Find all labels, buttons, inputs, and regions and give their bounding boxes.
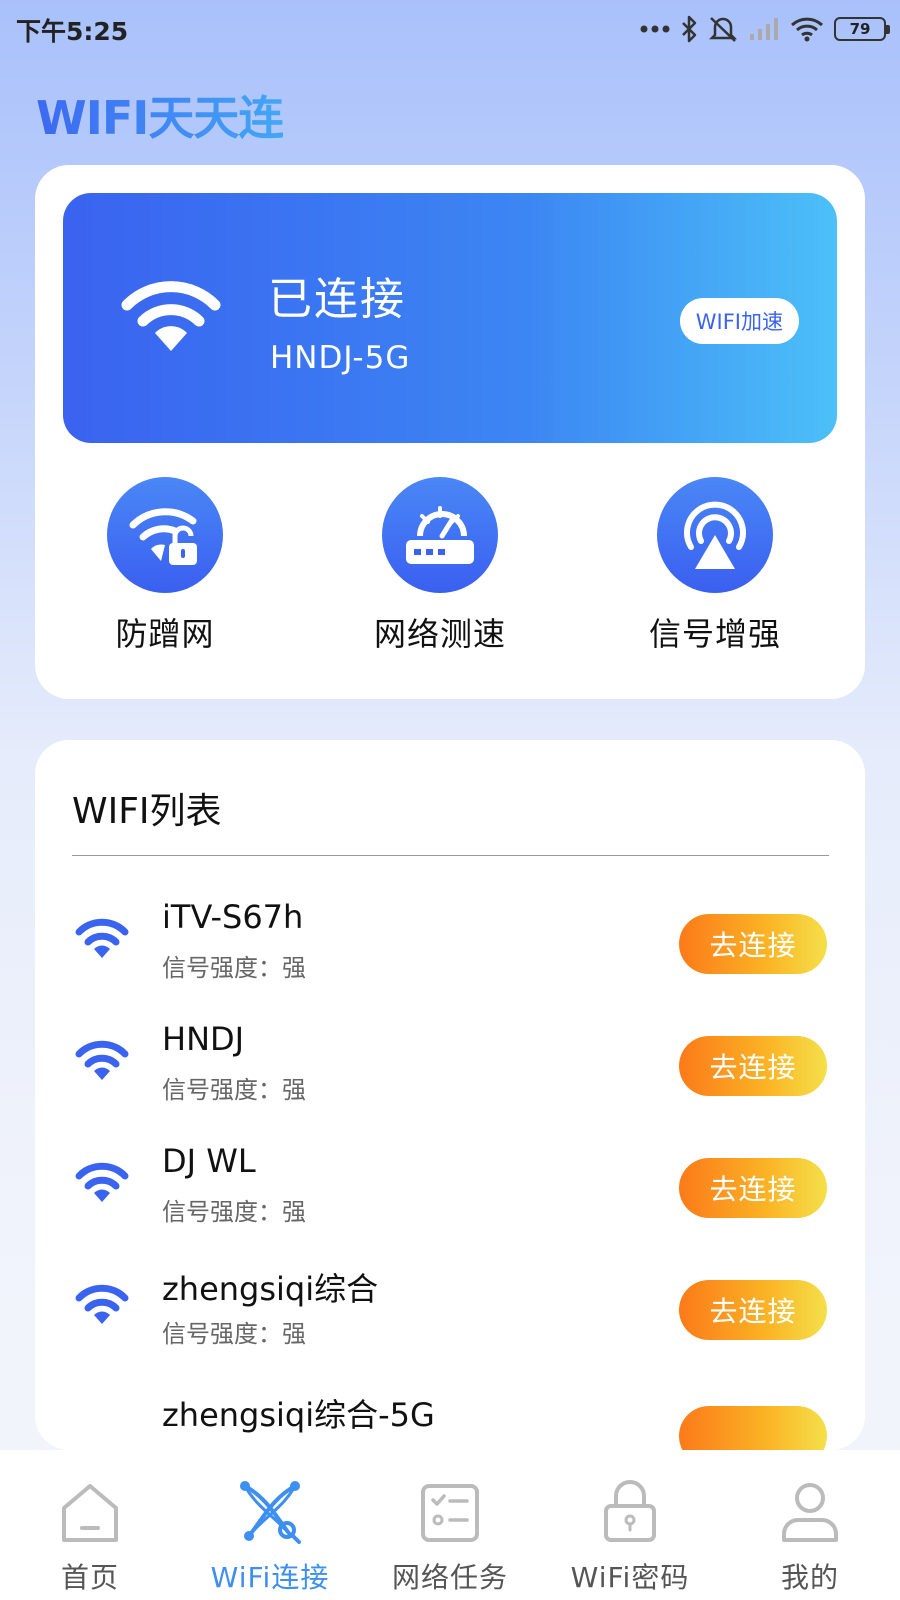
app-title: WIFI天天连 [36, 82, 284, 148]
battery-level: 79 [849, 20, 871, 38]
router-speed-icon [406, 506, 474, 564]
connect-button[interactable]: 去连接 [679, 1280, 827, 1340]
connect-button-partial[interactable] [679, 1406, 827, 1450]
wifi-boost-button[interactable]: WIFI加速 [679, 298, 799, 344]
wifi-signal-strength: 信号强度：强 [162, 1320, 306, 1348]
wifi-list-card: WIFI列表 iTV-S67h 信号强度：强 去连接 HNDJ 信号强度：强 去… [35, 740, 865, 1450]
nav-label: WiFi密码 [570, 1561, 690, 1594]
feature-label: 网络测速 [373, 615, 506, 653]
connected-ssid: HNDJ-5G [270, 340, 411, 376]
connection-status: 已连接 [268, 274, 406, 325]
nav-network-tasks[interactable]: 网络任务 [360, 1472, 540, 1596]
wifi-signal-icon [75, 1162, 129, 1202]
bluetooth-icon [682, 15, 697, 43]
connect-button[interactable]: 去连接 [679, 1036, 827, 1096]
wifi-connect-icon [240, 1481, 301, 1544]
list-item[interactable]: HNDJ 信号强度：强 去连接 [35, 1004, 865, 1114]
status-bar: 下午5:25 79 [0, 0, 900, 58]
list-item[interactable]: DJ WL 信号强度：强 去连接 [35, 1126, 865, 1236]
wifi-name: iTV-S67h [162, 898, 304, 936]
wifi-signal-icon [75, 1040, 129, 1080]
home-icon [62, 1484, 118, 1542]
bottom-nav: 首页 WiFi连接 网络任务 WiFi密码 我的 [0, 1450, 900, 1600]
status-icons: 79 [640, 10, 890, 48]
wifi-name: DJ WL [162, 1142, 256, 1180]
more-dots-icon [640, 25, 670, 33]
wifi-status-icon [790, 17, 824, 42]
feature-label: 防蹭网 [115, 615, 215, 653]
task-list-icon [421, 1484, 479, 1542]
wifi-signal-icon [75, 918, 129, 958]
wifi-name: zhengsiqi综合 [162, 1270, 379, 1308]
divider [72, 855, 829, 856]
feature-anti-leech[interactable]: 防蹭网 [85, 477, 245, 655]
list-item[interactable]: iTV-S67h 信号强度：强 去连接 [35, 882, 865, 992]
wifi-signal-icon [75, 1284, 129, 1324]
battery-icon: 79 [834, 17, 890, 41]
list-item[interactable]: zhengsiqi综合 信号强度：强 去连接 [35, 1248, 865, 1358]
nav-wifi-password[interactable]: WiFi密码 [540, 1472, 720, 1596]
user-icon [782, 1483, 838, 1542]
connection-card: 已连接 HNDJ-5G WIFI加速 防蹭网 网络测速 信号增强 [35, 165, 865, 699]
feature-icon-circle [657, 477, 773, 593]
connect-button[interactable]: 去连接 [679, 1158, 827, 1218]
wifi-name: HNDJ [162, 1020, 245, 1058]
feature-label: 信号增强 [648, 615, 781, 653]
wifi-signal-strength: 信号强度：强 [162, 1076, 306, 1104]
wifi-icon [121, 281, 221, 351]
signal-broadcast-icon [684, 501, 746, 569]
nav-label: 首页 [60, 1561, 119, 1594]
nav-my-profile[interactable]: 我的 [720, 1472, 900, 1596]
feature-icon-circle [382, 477, 498, 593]
feature-speed-test[interactable]: 网络测速 [360, 477, 520, 655]
status-time: 下午5:25 [16, 17, 129, 46]
mute-icon [708, 17, 738, 42]
feature-icon-circle [107, 477, 223, 593]
wifi-signal-strength: 信号强度：强 [162, 1198, 306, 1226]
connect-button[interactable]: 去连接 [679, 914, 827, 974]
wifi-name-partial: zhengsiqi综合-5G [162, 1396, 435, 1434]
wifi-list-title: WIFI列表 [72, 791, 222, 832]
nav-label: 网络任务 [391, 1561, 508, 1594]
lock-icon [604, 1480, 656, 1542]
nav-wifi-connect[interactable]: WiFi连接 [180, 1472, 360, 1596]
wifi-signal-strength: 信号强度：强 [162, 954, 306, 982]
wifi-lock-icon [129, 508, 197, 565]
nav-label: 我的 [780, 1561, 839, 1594]
nav-label: WiFi连接 [210, 1561, 330, 1594]
feature-signal-boost[interactable]: 信号增强 [635, 477, 795, 655]
cellular-signal-icon [750, 18, 778, 40]
connection-banner[interactable]: 已连接 HNDJ-5G WIFI加速 [63, 193, 837, 443]
nav-home[interactable]: 首页 [0, 1472, 180, 1596]
